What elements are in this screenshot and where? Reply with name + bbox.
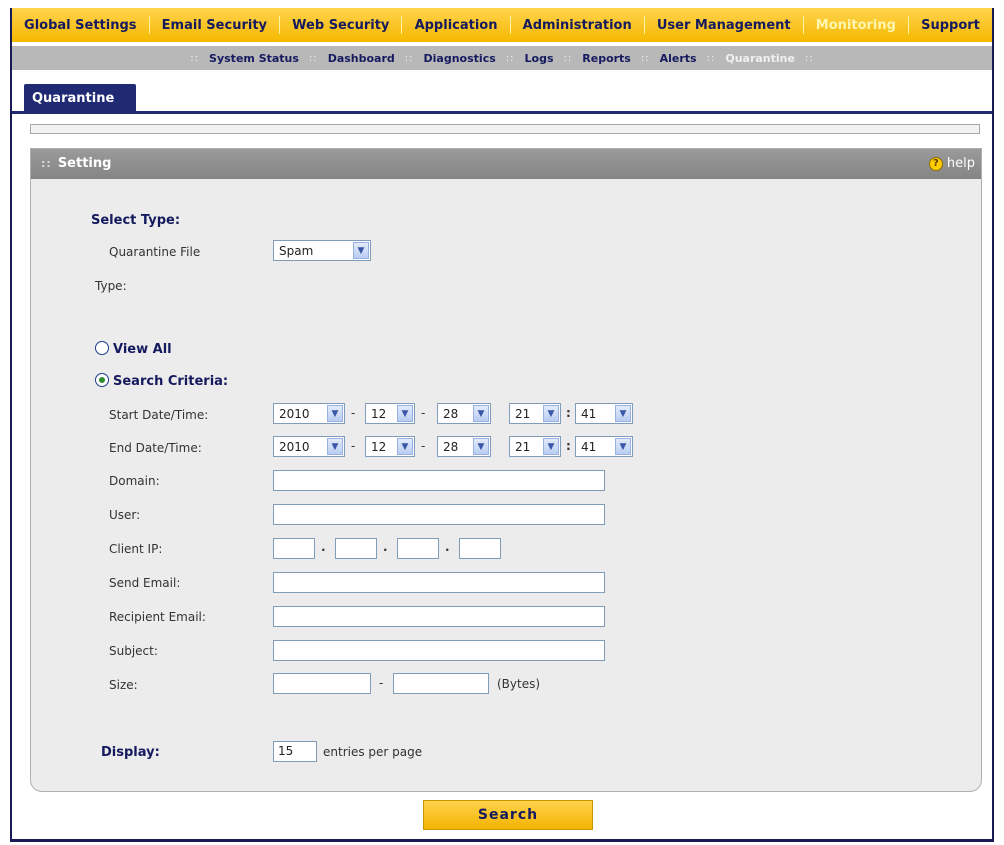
nav-divider xyxy=(401,16,403,34)
chevron-down-icon: ▼ xyxy=(473,438,489,455)
nav-global-settings[interactable]: Global Settings xyxy=(24,18,136,33)
display-label: Display: xyxy=(101,745,160,760)
domain-label: Domain: xyxy=(109,474,160,488)
chevron-down-icon: ▼ xyxy=(397,405,413,422)
subnav-quarantine[interactable]: Quarantine xyxy=(725,52,795,65)
recipient-email-field[interactable] xyxy=(273,606,605,627)
end-month-select[interactable]: 12 ▼ xyxy=(365,436,415,457)
subnav-diagnostics[interactable]: Diagnostics xyxy=(424,52,496,65)
nav-email-security[interactable]: Email Security xyxy=(162,18,267,33)
search-criteria-radio[interactable] xyxy=(95,373,109,387)
subnav-logs[interactable]: Logs xyxy=(525,52,554,65)
client-ip-octet-1[interactable] xyxy=(273,538,315,559)
chevron-down-icon: ▼ xyxy=(543,405,559,422)
size-max-field[interactable] xyxy=(393,673,489,694)
end-minute-select[interactable]: 41 ▼ xyxy=(575,436,633,457)
setting-panel: :: Setting ? help Select Type: Quarantine… xyxy=(30,148,982,792)
size-label: Size: xyxy=(109,678,138,692)
user-field[interactable] xyxy=(273,504,605,525)
quarantine-file-value: Spam xyxy=(279,243,314,258)
panel-header: :: Setting ? help xyxy=(31,149,981,179)
end-hour-select[interactable]: 21 ▼ xyxy=(509,436,561,457)
entries-per-page-label: entries per page xyxy=(323,745,423,759)
search-button[interactable]: Search xyxy=(423,800,593,830)
start-day-select[interactable]: 28 ▼ xyxy=(437,403,491,424)
help-link[interactable]: ? help xyxy=(928,156,975,171)
chevron-down-icon: ▼ xyxy=(615,405,631,422)
nav-support[interactable]: Support xyxy=(921,18,980,33)
chevron-down-icon: ▼ xyxy=(473,405,489,422)
quarantine-file-label: Quarantine File xyxy=(109,245,201,259)
nav-application[interactable]: Application xyxy=(415,18,498,33)
help-label: help xyxy=(946,156,975,171)
subject-field[interactable] xyxy=(273,640,605,661)
subnav-dashboard[interactable]: Dashboard xyxy=(328,52,395,65)
type-label: Type: xyxy=(95,279,127,293)
nav-divider xyxy=(908,16,910,34)
chevron-down-icon: ▼ xyxy=(327,405,343,422)
app-frame: Global Settings Email Security Web Secur… xyxy=(10,8,994,842)
start-hour-select[interactable]: 21 ▼ xyxy=(509,403,561,424)
nav-divider xyxy=(279,16,281,34)
sub-nav: :: System Status :: Dashboard :: Diagnos… xyxy=(12,46,992,70)
nav-divider xyxy=(148,16,150,34)
send-email-field[interactable] xyxy=(273,572,605,593)
panel-title: Setting xyxy=(57,156,112,171)
end-datetime-label: End Date/Time: xyxy=(109,441,202,455)
client-ip-label: Client IP: xyxy=(109,542,163,556)
grip-icon: :: xyxy=(41,157,52,170)
chevron-down-icon: ▼ xyxy=(543,438,559,455)
start-year-select[interactable]: 2010 ▼ xyxy=(273,403,345,424)
tab-quarantine[interactable]: Quarantine xyxy=(24,84,136,112)
nav-divider xyxy=(802,16,804,34)
subject-label: Subject: xyxy=(109,644,158,658)
top-nav: Global Settings Email Security Web Secur… xyxy=(12,8,992,42)
chevron-down-icon: ▼ xyxy=(615,438,631,455)
send-email-label: Send Email: xyxy=(109,576,181,590)
question-circle-icon: ? xyxy=(928,156,943,171)
end-year-select[interactable]: 2010 ▼ xyxy=(273,436,345,457)
client-ip-octet-3[interactable] xyxy=(397,538,439,559)
start-month-select[interactable]: 12 ▼ xyxy=(365,403,415,424)
nav-divider xyxy=(643,16,645,34)
chevron-down-icon: ▼ xyxy=(397,438,413,455)
nav-monitoring[interactable]: Monitoring xyxy=(816,18,896,33)
nav-web-security[interactable]: Web Security xyxy=(292,18,389,33)
size-unit-label: (Bytes) xyxy=(497,677,541,691)
subnav-system-status[interactable]: System Status xyxy=(209,52,299,65)
chevron-down-icon: ▼ xyxy=(327,438,343,455)
nav-user-management[interactable]: User Management xyxy=(657,18,791,33)
domain-field[interactable] xyxy=(273,470,605,491)
start-minute-select[interactable]: 41 ▼ xyxy=(575,403,633,424)
client-ip-octet-4[interactable] xyxy=(459,538,501,559)
size-min-field[interactable] xyxy=(273,673,371,694)
message-bar xyxy=(30,124,980,134)
recipient-email-label: Recipient Email: xyxy=(109,610,206,624)
subnav-reports[interactable]: Reports xyxy=(582,52,631,65)
view-all-radio[interactable] xyxy=(95,341,109,355)
quarantine-file-select[interactable]: Spam ▼ xyxy=(273,240,371,261)
subnav-alerts[interactable]: Alerts xyxy=(660,52,697,65)
select-type-heading: Select Type: xyxy=(91,213,181,228)
tab-underline xyxy=(12,111,992,114)
end-day-select[interactable]: 28 ▼ xyxy=(437,436,491,457)
chevron-down-icon: ▼ xyxy=(353,242,369,259)
nav-divider xyxy=(509,16,511,34)
user-label: User: xyxy=(109,508,141,522)
nav-administration[interactable]: Administration xyxy=(523,18,632,33)
start-datetime-label: Start Date/Time: xyxy=(109,408,209,422)
panel-title-wrap: :: Setting xyxy=(41,156,111,171)
view-all-label: View All xyxy=(113,342,172,357)
entries-per-page-field[interactable]: 15 xyxy=(273,741,317,762)
client-ip-octet-2[interactable] xyxy=(335,538,377,559)
search-criteria-label: Search Criteria: xyxy=(113,374,229,389)
